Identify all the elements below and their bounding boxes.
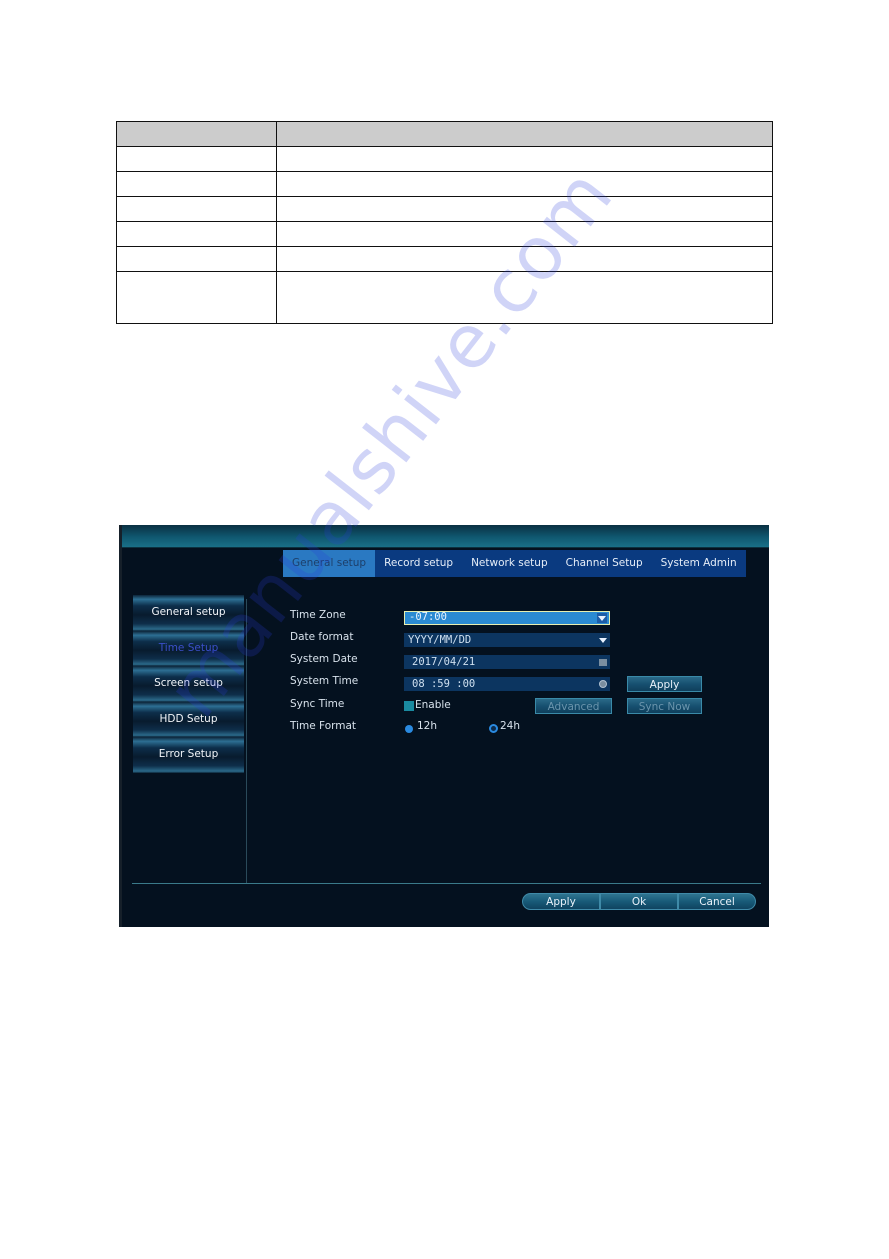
table-row [116, 271, 773, 324]
date-format-select[interactable]: YYYY/MM/DD [404, 633, 610, 647]
time-zone-label: Time Zone [290, 609, 346, 621]
table-row [116, 221, 773, 247]
title-bar [122, 525, 769, 548]
table-cell [116, 246, 277, 272]
dropdown-arrow-icon[interactable] [598, 635, 608, 645]
table-header-row [116, 121, 773, 147]
system-time-value: 08 :59 :00 [412, 678, 476, 690]
footer-divider [132, 883, 761, 884]
table-cell [276, 221, 773, 247]
sidebar-divider [246, 599, 247, 883]
sidebar-item-error-setup[interactable]: Error Setup [133, 737, 244, 773]
sync-time-enable-label: Enable [415, 699, 451, 711]
date-format-value: YYYY/MM/DD [408, 634, 472, 646]
footer-button-group: Apply Ok Cancel [522, 893, 756, 910]
date-format-label: Date format [290, 631, 354, 643]
table-cell [116, 171, 277, 197]
sync-time-enable-checkbox[interactable] [404, 701, 414, 711]
table-cell [276, 271, 773, 324]
sidebar-item-time-setup[interactable]: Time Setup [133, 630, 244, 666]
table-cell [276, 171, 773, 197]
system-time-label: System Time [290, 675, 359, 687]
time-zone-value: -07:00 [409, 611, 447, 623]
table-cell [276, 246, 773, 272]
table-row [116, 146, 773, 172]
sidebar-item-hdd-setup[interactable]: HDD Setup [133, 701, 244, 737]
system-time-input[interactable]: 08 :59 :00 [404, 677, 610, 691]
time-format-label: Time Format [290, 720, 357, 732]
sidebar-item-screen-setup[interactable]: Screen setup [133, 666, 244, 702]
tab-channel-setup[interactable]: Channel Setup [557, 550, 652, 577]
sidebar: General setup Time Setup Screen setup HD… [133, 595, 244, 773]
calendar-icon[interactable] [598, 657, 608, 667]
time-format-12h-radio[interactable] [405, 725, 413, 733]
time-format-24h-radio[interactable] [489, 724, 498, 733]
time-zone-select[interactable]: -07:00 [404, 611, 610, 625]
apply-time-button[interactable]: Apply [627, 676, 702, 692]
time-format-24h-label: 24h [500, 720, 521, 732]
table-cell [276, 146, 773, 172]
table-cell [116, 221, 277, 247]
footer-cancel-button[interactable]: Cancel [678, 893, 756, 910]
table-row [116, 246, 773, 272]
table-row [116, 171, 773, 197]
clock-icon[interactable] [598, 679, 608, 689]
table-row [116, 196, 773, 222]
tab-record-setup[interactable]: Record setup [375, 550, 462, 577]
footer-ok-button[interactable]: Ok [600, 893, 678, 910]
table-cell [116, 196, 277, 222]
time-format-12h-label: 12h [417, 720, 438, 732]
sidebar-item-general-setup[interactable]: General setup [133, 595, 244, 631]
system-date-label: System Date [290, 653, 358, 665]
table-cell [276, 196, 773, 222]
tab-network-setup[interactable]: Network setup [462, 550, 557, 577]
sync-time-label: Sync Time [290, 698, 345, 710]
doc-table [116, 121, 773, 324]
table-cell [276, 121, 773, 147]
dvr-settings-window: General setup Record setup Network setup… [119, 525, 769, 927]
table-cell [116, 121, 277, 147]
table-cell [116, 271, 277, 324]
system-date-input[interactable]: 2017/04/21 [404, 655, 610, 669]
tab-general-setup[interactable]: General setup [283, 550, 376, 577]
advanced-button[interactable]: Advanced [535, 698, 612, 714]
top-tab-bar: General setup Record setup Network setup… [283, 550, 746, 577]
sync-now-button[interactable]: Sync Now [627, 698, 702, 714]
system-date-value: 2017/04/21 [412, 656, 476, 668]
dropdown-arrow-icon[interactable] [597, 613, 607, 623]
table-cell [116, 146, 277, 172]
tab-system-admin[interactable]: System Admin [652, 550, 746, 577]
footer-apply-button[interactable]: Apply [522, 893, 600, 910]
